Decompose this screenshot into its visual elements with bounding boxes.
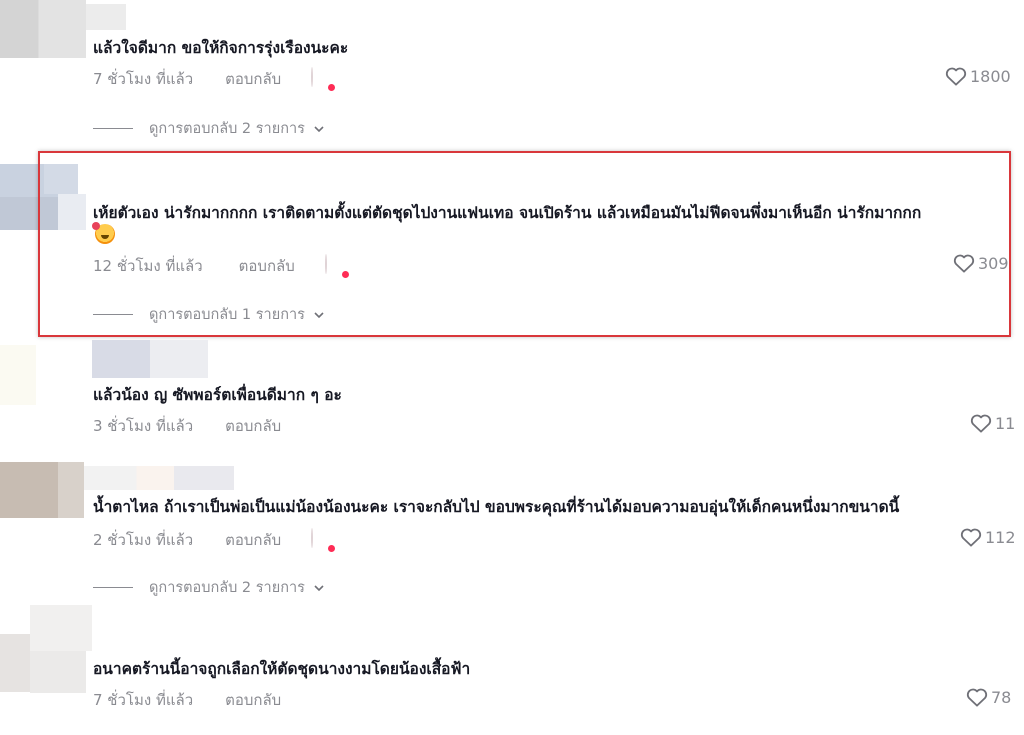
- blurred-avatar-part: [30, 605, 92, 651]
- divider-line: [93, 128, 133, 129]
- comment-text: แล้วน้อง ญ ซัพพอร์ตเพื่อนดีมาก ๆ อะ: [93, 386, 342, 404]
- comment-text: แล้วใจดีมาก ขอให้กิจการรุ่งเรืองนะคะ: [93, 39, 349, 57]
- blurred-username: [86, 4, 126, 30]
- comment-text: อนาคตร้านนี้อาจถูกเลือกให้ตัดชุดนางงามโด…: [93, 660, 471, 678]
- blurred-avatar: [0, 345, 36, 405]
- comment-time: 3 ชั่วโมง ที่แล้ว: [93, 417, 194, 435]
- like-count: 11: [995, 413, 1016, 433]
- blurred-username: [84, 466, 234, 490]
- reply-button[interactable]: ตอบกลับ: [225, 528, 281, 552]
- blurred-username: [30, 651, 86, 693]
- like-count: 112: [985, 527, 1016, 547]
- blurred-avatar-part: [58, 462, 84, 518]
- comment-time: 7 ชั่วโมง ที่แล้ว: [93, 70, 194, 88]
- reply-button[interactable]: ตอบกลับ: [225, 67, 281, 91]
- comment-meta: 7 ชั่วโมง ที่แล้ว ตอบกลับ: [93, 688, 311, 712]
- reply-button[interactable]: ตอบกลับ: [225, 688, 281, 712]
- chevron-down-icon: [314, 125, 324, 132]
- comments-panel: แล้วใจดีมาก ขอให้กิจการรุ่งเรืองนะคะ 7 ช…: [0, 0, 1024, 735]
- comment-meta: 2 ชั่วโมง ที่แล้ว ตอบกลับ: [93, 528, 338, 554]
- view-replies-label: ดูการตอบกลับ 2 รายการ: [149, 121, 305, 137]
- creator-liked-icon: [311, 67, 338, 93]
- creator-liked-icon: [311, 528, 338, 554]
- view-replies-button[interactable]: ดูการตอบกลับ 2 รายการ: [93, 576, 325, 599]
- view-replies-label: ดูการตอบกลับ 2 รายการ: [149, 580, 305, 596]
- like-button[interactable]: 1800: [945, 66, 1011, 86]
- comment-meta: 7 ชั่วโมง ที่แล้ว ตอบกลับ: [93, 67, 338, 93]
- like-button[interactable]: 11: [970, 413, 1015, 433]
- comment-time: 7 ชั่วโมง ที่แล้ว: [93, 691, 194, 709]
- view-replies-button[interactable]: ดูการตอบกลับ 2 รายการ: [93, 117, 325, 140]
- highlight-box: [38, 151, 1011, 337]
- heart-outline-icon: [966, 688, 988, 707]
- blurred-avatar: [0, 0, 86, 58]
- reply-button[interactable]: ตอบกลับ: [225, 414, 281, 438]
- divider-line: [93, 587, 133, 588]
- comment-text: น้ำตาไหล ถ้าเราเป็นพ่อเป็นแม่น้องน้องนะค…: [93, 498, 900, 516]
- comment-meta: 3 ชั่วโมง ที่แล้ว ตอบกลับ: [93, 414, 311, 438]
- chevron-down-icon: [314, 584, 324, 591]
- blurred-avatar: [0, 462, 58, 518]
- blurred-username: [92, 340, 208, 378]
- like-count: 1800: [970, 66, 1011, 86]
- heart-outline-icon: [945, 67, 967, 86]
- comment-time: 2 ชั่วโมง ที่แล้ว: [93, 531, 194, 549]
- blurred-avatar: [0, 634, 30, 692]
- like-button[interactable]: 78: [966, 687, 1011, 707]
- like-button[interactable]: 112: [960, 527, 1016, 547]
- like-count: 78: [991, 687, 1012, 707]
- heart-outline-icon: [970, 414, 992, 433]
- heart-outline-icon: [960, 528, 982, 547]
